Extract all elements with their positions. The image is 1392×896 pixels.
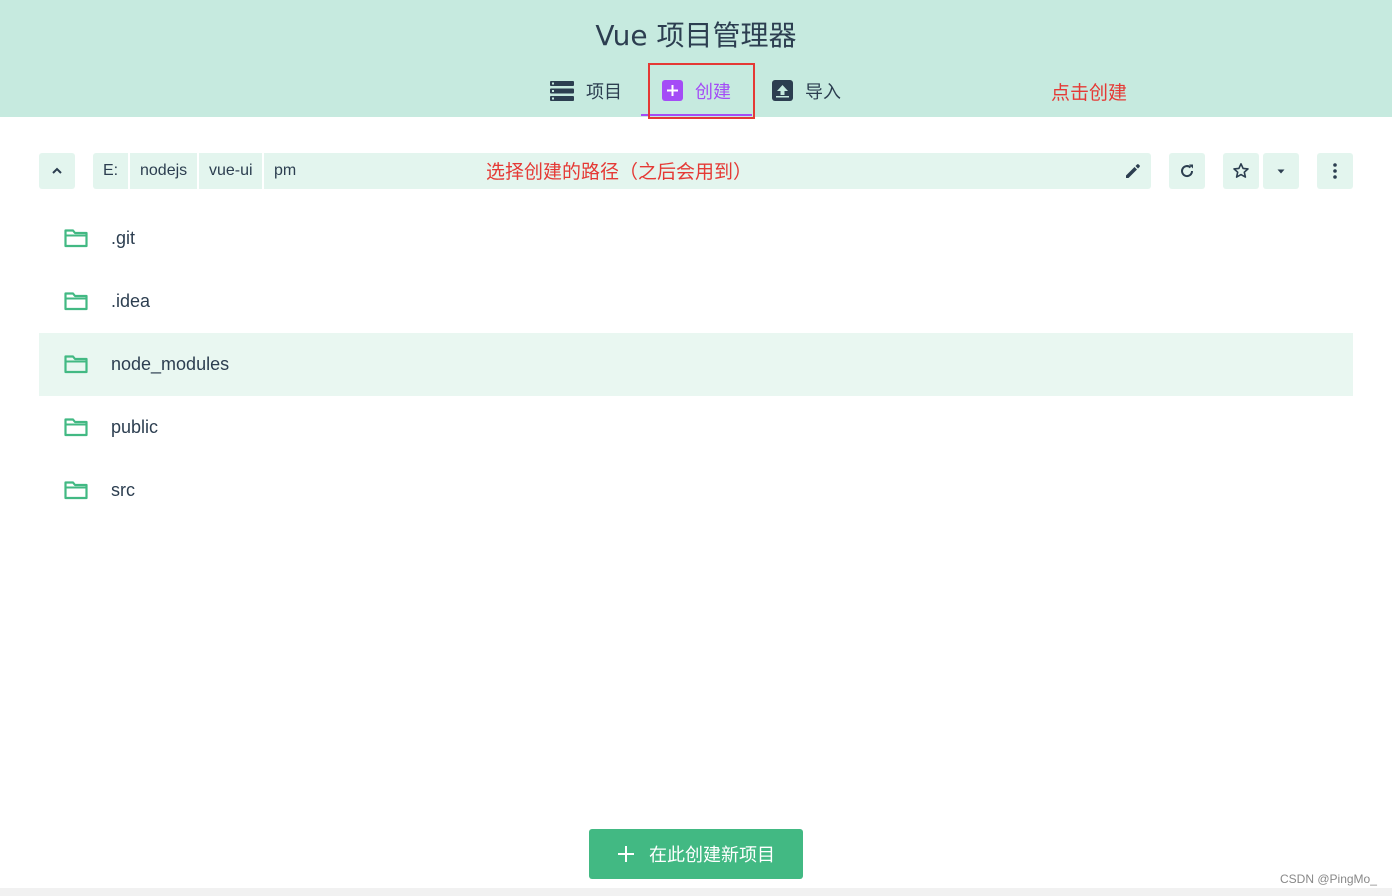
folder-item-git[interactable]: .git [39,207,1353,270]
refresh-button[interactable] [1169,153,1205,189]
more-options-button[interactable] [1317,153,1353,189]
breadcrumb-segment-pm[interactable]: pm [264,153,306,189]
folder-name: .git [111,228,136,248]
folder-item-node-modules[interactable]: node_modules [39,333,1353,396]
folder-name: .idea [111,291,151,311]
folder-icon [64,418,88,437]
folder-name: src [111,480,135,500]
breadcrumb-segment-drive[interactable]: E: [93,153,128,189]
annotation-highlight-box [648,63,755,119]
breadcrumb-segment-nodejs[interactable]: nodejs [130,153,197,189]
annotation-create-hint: 点击创建 [1051,82,1128,104]
folder-icon [64,355,88,374]
folder-name: node_modules [111,354,230,374]
folder-icon [64,292,88,311]
star-outline-icon [1233,163,1249,178]
favorite-button[interactable] [1223,153,1259,189]
caret-down-icon [1277,169,1285,174]
folder-list: .git .idea node_modules public src [39,207,1353,522]
folder-icon [64,481,88,500]
app-title: Vue 项目管理器 [595,19,797,52]
tab-import-label: 导入 [805,81,841,103]
folder-icon [64,229,88,248]
folder-item-public[interactable]: public [39,396,1353,459]
folder-name: public [111,417,159,437]
import-icon [772,80,793,101]
tab-projects-label: 项目 [586,81,622,103]
create-project-here-label: 在此创建新项目 [649,845,775,866]
page: Vue 项目管理器 项目 创建 导入 点击创建 E: nodejs vue-ui… [0,0,1392,896]
watermark: CSDN @PingMo_ [1280,872,1377,886]
favorites-dropdown-button[interactable] [1263,153,1299,189]
bottom-strip [0,888,1392,896]
tab-projects[interactable]: 项目 [550,64,622,117]
tab-import[interactable]: 导入 [772,64,841,117]
folder-up-button[interactable] [39,153,75,189]
more-vertical-icon [1333,163,1337,179]
plus-icon [618,846,634,862]
chevron-up-icon [52,167,62,174]
pencil-icon [1126,164,1140,178]
annotation-path-hint: 选择创建的路径（之后会用到） [486,161,753,183]
list-icon [550,80,574,101]
edit-path-button[interactable] [1115,153,1151,189]
create-project-here-button[interactable]: 在此创建新项目 [589,829,803,879]
folder-item-src[interactable]: src [39,459,1353,522]
folder-item-idea[interactable]: .idea [39,270,1353,333]
breadcrumb-segment-vue-ui[interactable]: vue-ui [199,153,263,189]
refresh-icon [1181,164,1194,178]
